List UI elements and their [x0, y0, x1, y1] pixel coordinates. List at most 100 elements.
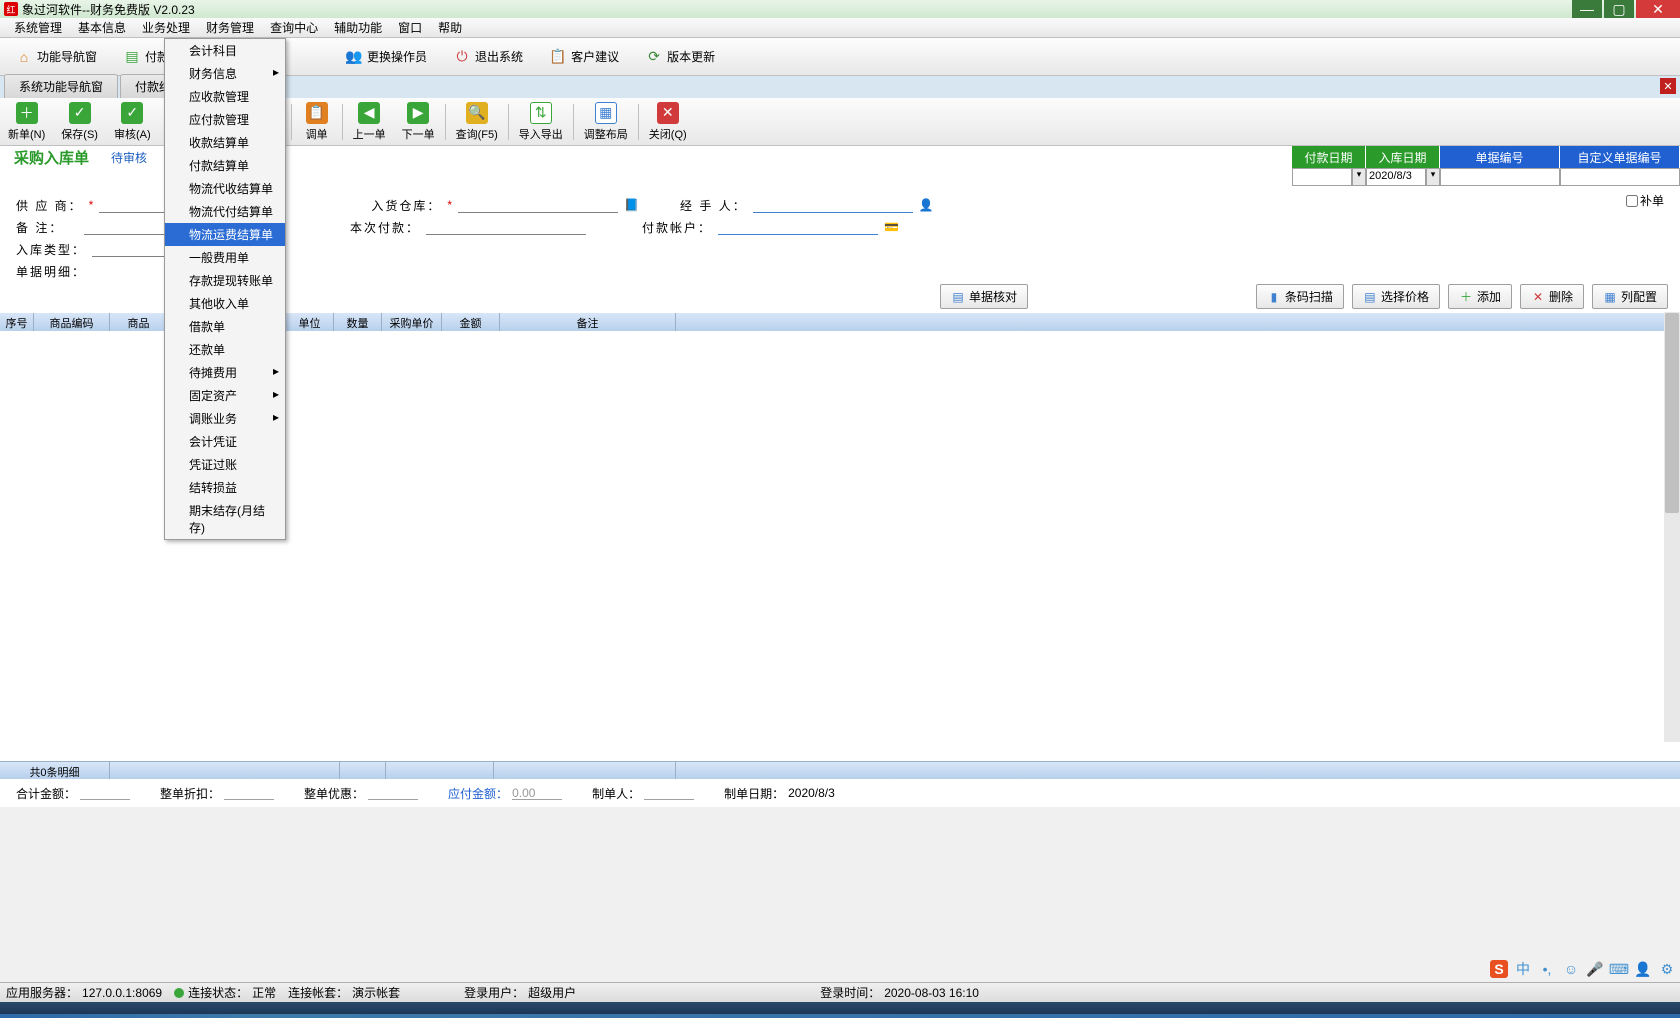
arrow-right-icon: ▶: [407, 102, 429, 124]
taskbar[interactable]: [0, 1002, 1680, 1018]
menu-help[interactable]: 帮助: [430, 17, 470, 38]
menu-item-receipt-settle[interactable]: 收款结算单: [165, 131, 285, 154]
menubar: 系统管理 基本信息 业务处理 财务管理 查询中心 辅助功能 窗口 帮助: [0, 18, 1680, 38]
col-code[interactable]: 商品编码: [34, 313, 110, 331]
next-doc-button[interactable]: ▶下一单: [394, 100, 443, 144]
supplement-checkbox[interactable]: 补单: [1626, 192, 1664, 209]
close-button[interactable]: ✕: [1636, 0, 1680, 18]
tab-nav[interactable]: 系统功能导航窗: [4, 74, 118, 98]
menu-item-logistics-freight[interactable]: 物流运费结算单: [165, 223, 285, 246]
punct-icon[interactable]: •,: [1538, 960, 1556, 978]
tool-feedback[interactable]: 📋 客户建议: [540, 43, 628, 71]
sogou-icon[interactable]: S: [1490, 960, 1508, 978]
query-button[interactable]: 🔍查询(F5): [448, 100, 506, 144]
menu-finance[interactable]: 财务管理: [198, 17, 262, 38]
person-icon[interactable]: 👤: [1634, 960, 1652, 978]
menu-item-accounting-subject[interactable]: 会计科目: [165, 39, 285, 62]
save-button[interactable]: ✓保存(S): [53, 100, 106, 144]
keyboard-icon[interactable]: ⌨: [1610, 960, 1628, 978]
summary-row: 共0条明细: [0, 761, 1680, 779]
col-remark[interactable]: 备注: [500, 313, 676, 331]
coupon-value[interactable]: [368, 786, 418, 800]
col-qty[interactable]: 数量: [334, 313, 382, 331]
col-unit[interactable]: 单位: [286, 313, 334, 331]
menu-item-logistics-payment[interactable]: 物流代付结算单: [165, 200, 285, 223]
menu-item-other-income[interactable]: 其他收入单: [165, 292, 285, 315]
menu-item-logistics-receipt[interactable]: 物流代收结算单: [165, 177, 285, 200]
menu-item-fixed-assets[interactable]: 固定资产▸: [165, 384, 285, 407]
custom-docno-input[interactable]: [1560, 168, 1680, 186]
menu-item-loan[interactable]: 借款单: [165, 315, 285, 338]
tool-nav[interactable]: ⌂ 功能导航窗: [6, 43, 106, 71]
menu-item-voucher[interactable]: 会计凭证: [165, 430, 285, 453]
barcode-button[interactable]: ▮条码扫描: [1256, 284, 1344, 309]
plus-icon: ＋: [16, 102, 38, 124]
menu-item-period-close[interactable]: 期末结存(月结存): [165, 499, 285, 539]
delete-row-button[interactable]: ✕删除: [1520, 284, 1584, 309]
ime-toolbar: S 中 •, ☺ 🎤 ⌨ 👤 ⚙: [1490, 960, 1676, 978]
indate-input[interactable]: 2020/8/3: [1366, 168, 1426, 186]
list-icon: ▤: [951, 290, 965, 304]
tool-update[interactable]: ⟳ 版本更新: [636, 43, 724, 71]
tool-switch-user[interactable]: 👥 更换操作员: [336, 43, 436, 71]
maximize-button[interactable]: ▢: [1604, 0, 1634, 18]
makedate-label: 制单日期：: [724, 785, 784, 802]
menu-baseinfo[interactable]: 基本信息: [70, 17, 134, 38]
menu-item-finance-info[interactable]: 财务信息▸: [165, 62, 285, 85]
menu-item-adjust[interactable]: 调账业务▸: [165, 407, 285, 430]
menu-system[interactable]: 系统管理: [6, 17, 70, 38]
mic-icon[interactable]: 🎤: [1586, 960, 1604, 978]
discount-value[interactable]: [224, 786, 274, 800]
menu-aux[interactable]: 辅助功能: [326, 17, 390, 38]
load-doc-button[interactable]: 📋调单: [294, 100, 340, 144]
add-row-button[interactable]: ＋添加: [1448, 284, 1512, 309]
warehouse-input[interactable]: [458, 197, 618, 213]
paydate-picker-button[interactable]: ▾: [1352, 168, 1366, 186]
select-price-button[interactable]: ▤选择价格: [1352, 284, 1440, 309]
book-icon[interactable]: 📘: [624, 198, 638, 212]
menu-window[interactable]: 窗口: [390, 17, 430, 38]
col-amount[interactable]: 金额: [442, 313, 500, 331]
minimize-button[interactable]: —: [1572, 0, 1602, 18]
menu-item-general-expense[interactable]: 一般费用单: [165, 246, 285, 269]
prev-doc-button[interactable]: ◀上一单: [345, 100, 394, 144]
chinese-icon[interactable]: 中: [1514, 960, 1532, 978]
menu-business[interactable]: 业务处理: [134, 17, 198, 38]
tab-close-button[interactable]: ✕: [1660, 78, 1676, 94]
col-price[interactable]: 采购单价: [382, 313, 442, 331]
col-seq[interactable]: 序号: [0, 313, 34, 331]
check-doc-button[interactable]: ▤单据核对: [940, 284, 1028, 309]
handler-input[interactable]: [753, 197, 913, 213]
menu-item-prepaid[interactable]: 待摊费用▸: [165, 361, 285, 384]
total-label: 合计金额：: [16, 785, 76, 802]
menu-item-repay[interactable]: 还款单: [165, 338, 285, 361]
pay-input[interactable]: [426, 219, 586, 235]
paydate-input[interactable]: [1292, 168, 1352, 186]
indate-picker-button[interactable]: ▾: [1426, 168, 1440, 186]
docno-input[interactable]: [1440, 168, 1560, 186]
close-doc-button[interactable]: ✕关闭(Q): [641, 100, 695, 144]
audit-button[interactable]: ✓审核(A): [106, 100, 159, 144]
import-export-button[interactable]: ⇅导入导出: [511, 100, 571, 144]
menu-item-receivable[interactable]: 应收款管理: [165, 85, 285, 108]
tool-exit[interactable]: ⏻ 退出系统: [444, 43, 532, 71]
settings-icon[interactable]: ⚙: [1658, 960, 1676, 978]
menu-query[interactable]: 查询中心: [262, 17, 326, 38]
person-icon[interactable]: 👤: [919, 198, 933, 212]
menu-item-voucher-post[interactable]: 凭证过账: [165, 453, 285, 476]
column-config-button[interactable]: ▦列配置: [1592, 284, 1668, 309]
vertical-scrollbar[interactable]: [1664, 312, 1680, 742]
layout-button[interactable]: ▦调整布局: [576, 100, 636, 144]
menu-item-carry-over[interactable]: 结转损益: [165, 476, 285, 499]
menu-item-deposit-transfer[interactable]: 存款提现转账单: [165, 269, 285, 292]
doc-icon: ▤: [123, 48, 141, 66]
new-doc-button[interactable]: ＋新单(N): [0, 100, 53, 144]
card-icon[interactable]: 💳: [884, 220, 898, 234]
menu-item-payment-settle[interactable]: 付款结算单: [165, 154, 285, 177]
makedate-value: 2020/8/3: [788, 786, 835, 800]
menu-item-payable[interactable]: 应付款管理: [165, 108, 285, 131]
emoji-icon[interactable]: ☺: [1562, 960, 1580, 978]
col-product[interactable]: 商品: [110, 313, 168, 331]
account-input[interactable]: [718, 219, 878, 235]
hdr-custom-docno: 自定义单据编号: [1560, 146, 1680, 169]
